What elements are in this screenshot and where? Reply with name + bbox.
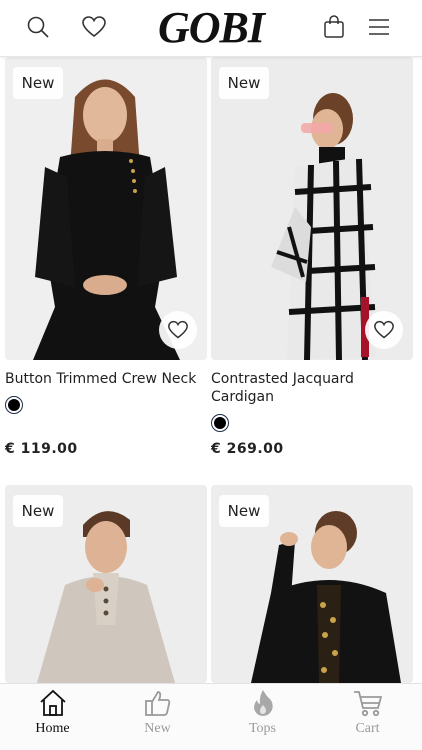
product-image[interactable]: New xyxy=(5,57,207,360)
wishlist-heart-icon[interactable] xyxy=(79,12,109,42)
new-badge: New xyxy=(13,67,63,99)
nav-item-tops[interactable]: Tops xyxy=(210,684,315,750)
product-image[interactable]: New xyxy=(211,57,413,360)
product-price: € 269.00 xyxy=(211,441,284,457)
product-price: € 119.00 xyxy=(5,441,78,457)
search-icon[interactable] xyxy=(23,12,53,42)
swatch-fill xyxy=(214,417,226,429)
cart-icon xyxy=(315,688,420,718)
new-badge: New xyxy=(219,495,269,527)
product-image[interactable]: New xyxy=(211,485,413,683)
nav-item-cart[interactable]: Cart xyxy=(315,684,420,750)
nav-label: Tops xyxy=(248,721,277,736)
color-swatch[interactable] xyxy=(5,396,23,414)
shopping-bag-icon[interactable] xyxy=(319,12,349,42)
thumbs-up-icon xyxy=(105,688,210,718)
nav-item-home[interactable]: Home xyxy=(0,684,105,750)
add-to-wishlist-heart-icon[interactable] xyxy=(159,311,197,349)
nav-label: Cart xyxy=(355,721,380,736)
swatch-fill xyxy=(8,399,20,411)
product-name[interactable]: Contrasted Jacquard Cardigan xyxy=(211,370,411,406)
product-image[interactable]: New xyxy=(5,485,207,683)
menu-icon[interactable] xyxy=(364,12,394,42)
top-header: GOBI xyxy=(0,0,422,57)
bottom-navigation: Home New Tops Cart xyxy=(0,683,422,750)
nav-label: Home xyxy=(35,721,70,736)
new-badge: New xyxy=(219,67,269,99)
product-name[interactable]: Button Trimmed Crew Neck xyxy=(5,370,205,388)
add-to-wishlist-heart-icon[interactable] xyxy=(365,311,403,349)
new-badge: New xyxy=(13,495,63,527)
nav-item-new[interactable]: New xyxy=(105,684,210,750)
color-swatch[interactable] xyxy=(211,414,229,432)
brand-logo[interactable]: GOBI xyxy=(0,2,422,53)
nav-label: New xyxy=(144,721,171,736)
flame-icon xyxy=(210,688,315,718)
home-icon xyxy=(0,688,105,718)
